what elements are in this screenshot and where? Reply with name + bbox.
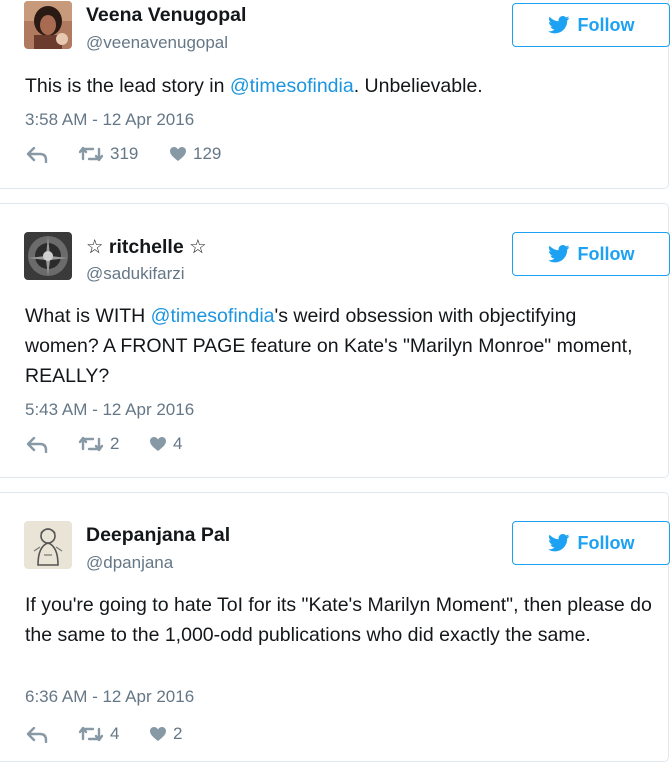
bird-icon: [547, 16, 569, 34]
like-count: 4: [173, 434, 183, 453]
follow-label: Follow: [577, 243, 635, 264]
user-handle[interactable]: @veenavenugopal: [86, 33, 228, 53]
heart-icon: [150, 727, 166, 741]
retweet-count: 2: [110, 434, 120, 453]
like-button[interactable]: 2: [149, 724, 182, 744]
tweet-card: Deepanjana Pal @dpanjana Follow If you'r…: [0, 492, 670, 762]
follow-label: Follow: [577, 14, 635, 35]
mention-link[interactable]: @timesofindia: [151, 305, 275, 327]
tweet-timestamp[interactable]: 6:36 AM - 12 Apr 2016: [25, 687, 194, 707]
avatar[interactable]: [24, 521, 72, 569]
reply-icon: [26, 147, 48, 163]
reply-icon: [26, 437, 48, 453]
tweet-text: What is WITH @timesofindia's weird obses…: [25, 305, 633, 387]
retweet-icon: [78, 436, 104, 452]
retweet-icon: [78, 146, 104, 162]
display-name[interactable]: Veena Venugopal: [86, 4, 246, 27]
display-name[interactable]: ☆ ritchelle ☆: [86, 235, 207, 259]
user-handle[interactable]: @sadukifarzi: [86, 264, 185, 284]
reply-icon: [26, 727, 48, 743]
follow-button[interactable]: Follow: [512, 232, 670, 276]
heart-icon: [170, 147, 186, 161]
follow-button[interactable]: Follow: [512, 521, 670, 565]
heart-icon: [150, 437, 166, 451]
tweet-text: This is the lead story in @timesofindia.…: [25, 75, 483, 97]
like-count: 2: [173, 724, 183, 743]
bird-icon: [547, 534, 569, 552]
retweet-button[interactable]: 4: [78, 724, 119, 744]
like-button[interactable]: 129: [169, 144, 221, 164]
reply-button[interactable]: [26, 727, 48, 743]
tweet-text: If you're going to hate ToI for its "Kat…: [25, 594, 652, 646]
follow-label: Follow: [577, 532, 635, 553]
follow-button[interactable]: Follow: [512, 3, 670, 47]
like-button[interactable]: 4: [149, 434, 182, 454]
retweet-count: 319: [110, 144, 139, 163]
tweet-timestamp[interactable]: 5:43 AM - 12 Apr 2016: [25, 400, 194, 420]
retweet-button[interactable]: 2: [78, 434, 119, 454]
reply-button[interactable]: [26, 437, 48, 453]
avatar[interactable]: [24, 1, 72, 49]
retweet-button[interactable]: 319: [78, 144, 138, 164]
avatar[interactable]: [24, 232, 72, 280]
reply-button[interactable]: [26, 147, 48, 163]
mention-link[interactable]: @timesofindia: [230, 75, 354, 97]
tweet-card: Veena Venugopal @veenavenugopal Follow T…: [0, 0, 670, 189]
display-name[interactable]: Deepanjana Pal: [86, 524, 230, 547]
tweet-timestamp[interactable]: 3:58 AM - 12 Apr 2016: [25, 110, 194, 130]
like-count: 129: [193, 144, 222, 163]
tweet-card: ☆ ritchelle ☆ @sadukifarzi Follow What i…: [0, 203, 670, 478]
user-handle[interactable]: @dpanjana: [86, 553, 173, 573]
retweet-count: 4: [110, 724, 120, 743]
bird-icon: [547, 245, 569, 263]
retweet-icon: [78, 726, 104, 742]
